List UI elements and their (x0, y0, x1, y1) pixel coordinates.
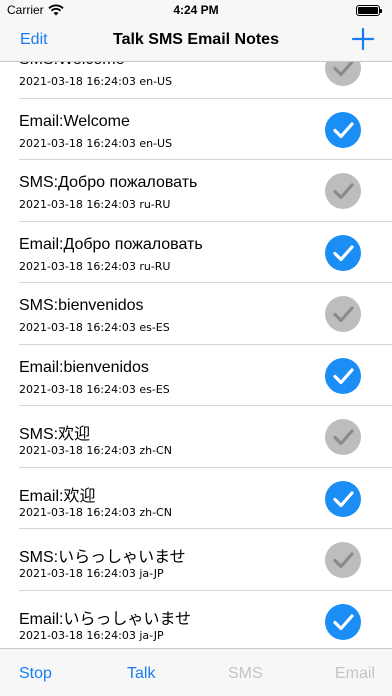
list-item[interactable]: Email:bienvenidos 2021-03-18 16:24:03 es-… (19, 345, 392, 406)
list-item[interactable]: SMS:いらっしゃいませ 2021-03-18 16:24:03 ja-JP (19, 529, 392, 591)
note-title: Email:いらっしゃいませ (19, 610, 191, 628)
note-timestamp-locale: 2021-03-18 16:24:03 ja-JP (19, 567, 164, 580)
talk-button[interactable]: Talk (127, 665, 155, 683)
checkmark-icon[interactable] (325, 542, 361, 578)
note-title: Email:bienvenidos (19, 358, 149, 376)
battery-icon (356, 5, 382, 16)
checkmark-icon[interactable] (325, 296, 361, 332)
checkmark-icon[interactable] (325, 62, 361, 86)
list-item[interactable]: Email:欢迎 2021-03-18 16:24:03 zh-CN (19, 468, 392, 529)
note-timestamp-locale: 2021-03-18 16:24:03 zh-CN (19, 505, 172, 519)
sms-button[interactable]: SMS (228, 665, 263, 683)
plus-icon[interactable] (350, 26, 376, 52)
notes-list[interactable]: SMS:Welcome2021-03-18 16:24:03 en-USEmai… (0, 62, 392, 648)
checkmark-icon[interactable] (325, 111, 361, 148)
note-timestamp-locale: 2021-03-18 16:24:03 es-ES (19, 382, 170, 396)
list-item[interactable]: SMS:Добро пожаловать 2021-03-18 16:24:03 … (19, 160, 392, 222)
note-title: Email:Добро пожаловать (19, 235, 203, 253)
note-title: SMS:Welcome (19, 62, 125, 69)
list-item[interactable]: SMS:欢迎 2021-03-18 16:24:03 zh-CN (19, 406, 392, 468)
note-title: SMS:bienvenidos (19, 297, 144, 314)
checkmark-icon[interactable] (325, 419, 361, 455)
note-timestamp-locale: 2021-03-18 16:24:03 ru-RU (19, 198, 171, 211)
note-title: SMS:いらっしゃいませ (19, 549, 186, 566)
note-timestamp-locale: 2021-03-18 16:24:03 en-US (19, 75, 173, 88)
note-title: SMS:Добро пожаловать (19, 174, 198, 191)
list-item[interactable]: SMS:Welcome 2021-03-18 16:24:03 en-US (19, 62, 392, 99)
email-button[interactable]: Email (335, 665, 375, 683)
note-timestamp-locale: 2021-03-18 16:24:03 es-ES (19, 321, 170, 334)
note-title: Email:Welcome (19, 112, 130, 130)
status-time: 4:24 PM (173, 3, 219, 17)
checkmark-icon[interactable] (325, 234, 361, 271)
note-title: Email:欢迎 (19, 487, 96, 505)
note-title: SMS:欢迎 (19, 426, 91, 443)
checkmark-icon[interactable] (325, 173, 361, 209)
note-timestamp-locale: 2021-03-18 16:24:03 zh-CN (19, 444, 172, 457)
navigation-bar: Edit Talk SMS Email Notes (0, 22, 392, 62)
list-item[interactable]: Email:いらっしゃいませ 2021-03-18 16:24:03 ja-JP (19, 591, 392, 649)
list-item[interactable]: SMS:bienvenidos 2021-03-18 16:24:03 es-ES (19, 283, 392, 345)
note-timestamp-locale: 2021-03-18 16:24:03 en-US (19, 136, 173, 150)
note-timestamp-locale: 2021-03-18 16:24:03 ru-RU (19, 259, 171, 273)
list-item[interactable]: Email:Добро пожаловать 2021-03-18 16:24:0… (19, 222, 392, 283)
stop-button[interactable]: Stop (19, 665, 52, 683)
note-timestamp-locale: 2021-03-18 16:24:03 ja-JP (19, 628, 164, 642)
toolbar: Stop Talk SMS Email (0, 648, 392, 696)
checkmark-icon[interactable] (325, 357, 361, 394)
checkmark-icon[interactable] (325, 480, 361, 517)
checkmark-icon[interactable] (325, 603, 361, 640)
status-bar: Carrier 4:24 PM (0, 0, 392, 22)
page-title: Talk SMS Email Notes (113, 31, 279, 48)
list-item[interactable]: Email:Welcome 2021-03-18 16:24:03 en-US (19, 99, 392, 160)
